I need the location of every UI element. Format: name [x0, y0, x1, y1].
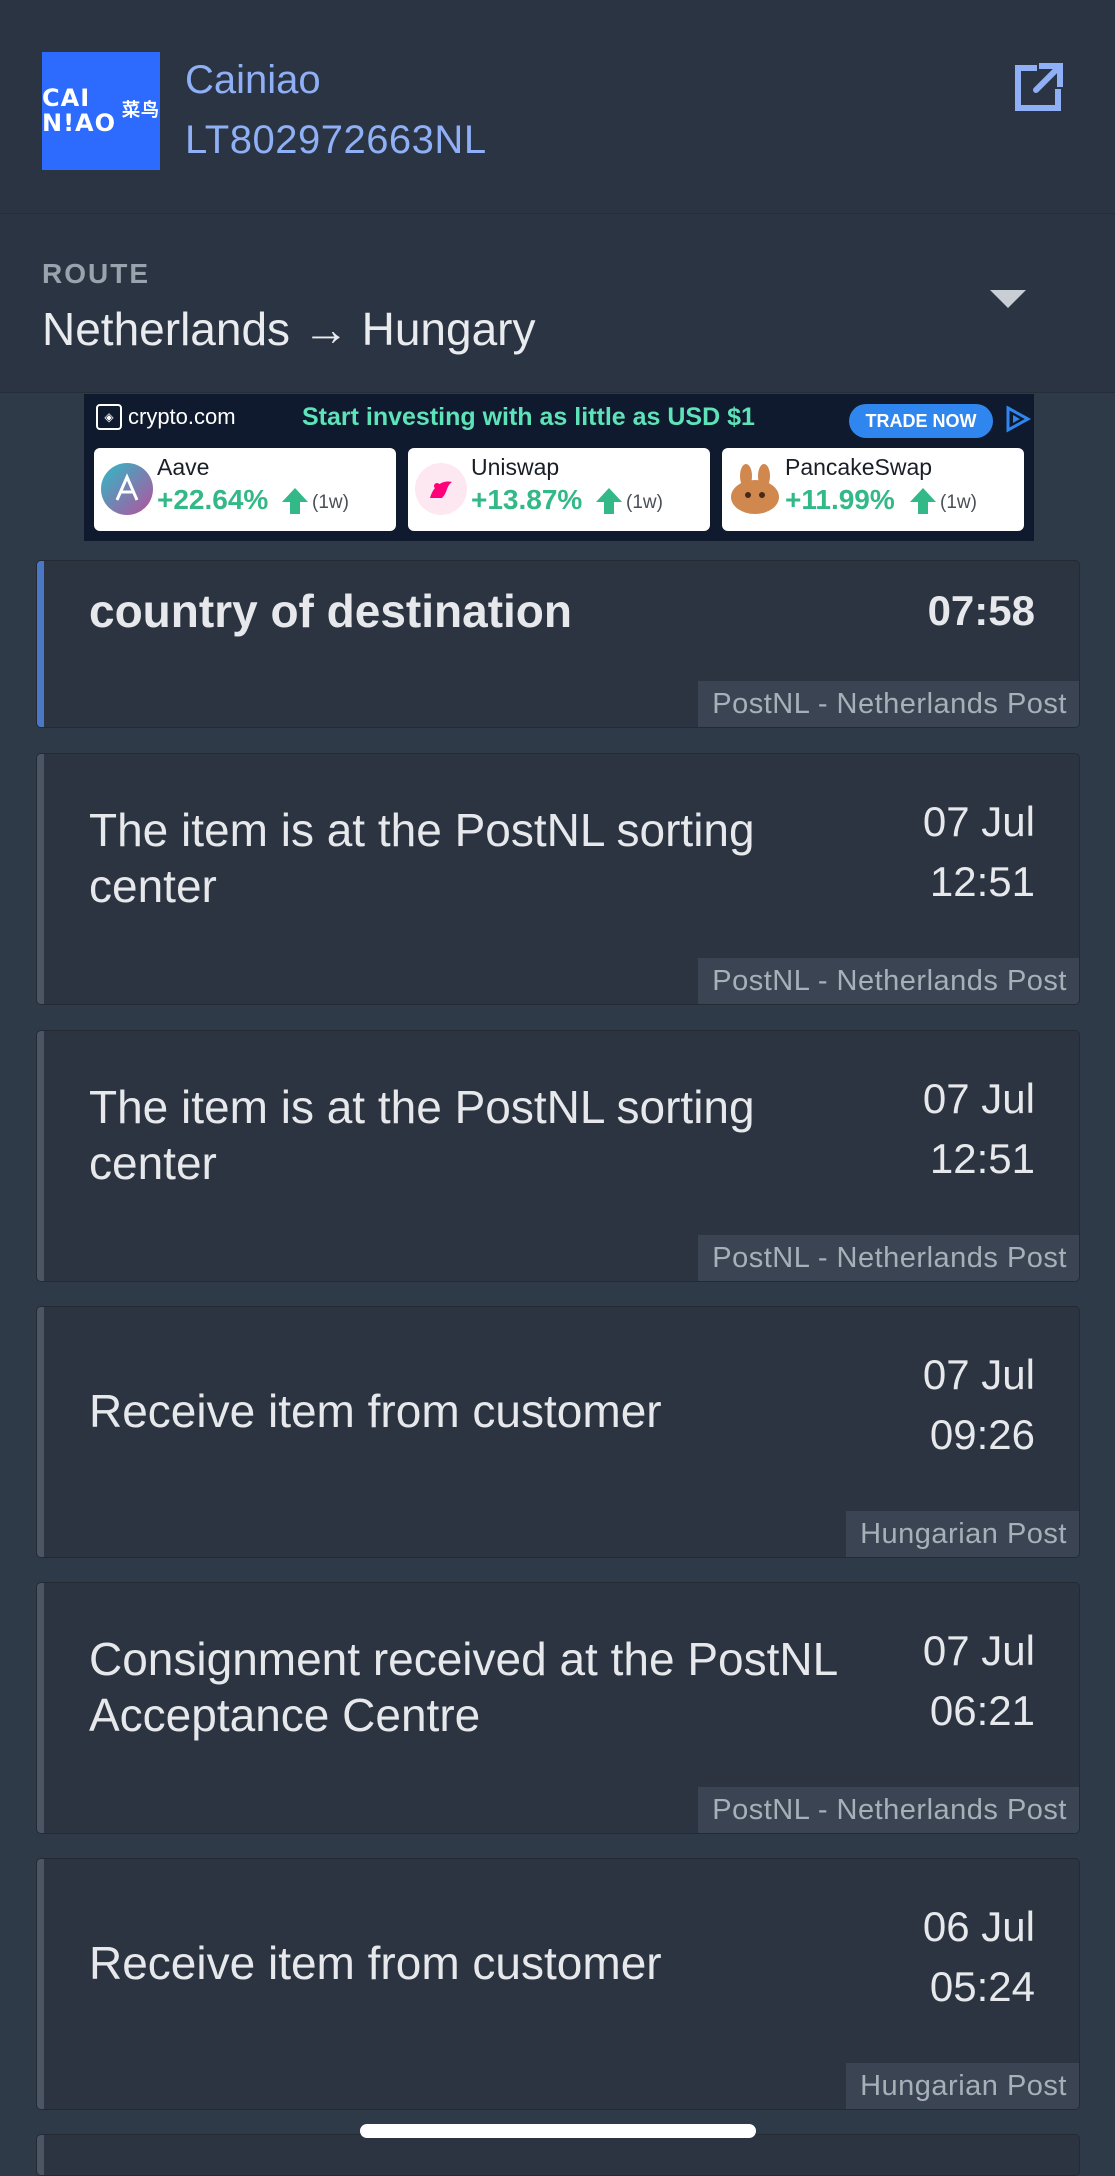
event-date: 07 Jul — [922, 1075, 1035, 1122]
arrow-up-icon — [596, 488, 622, 514]
event-source: PostNL - Netherlands Post — [698, 1235, 1079, 1281]
event-accent-bar — [37, 1307, 44, 1557]
event-date: 07 Jul — [922, 1351, 1035, 1398]
ad-brand-text: crypto.com — [128, 404, 236, 429]
arrow-up-icon — [282, 488, 308, 514]
event-source: Hungarian Post — [846, 1511, 1079, 1557]
event-time: 09:26 — [929, 1411, 1035, 1458]
app-header: CAI N!AO 菜鸟 Cainiao LT802972663NL — [0, 0, 1115, 214]
ad-headline: Start investing with as little as USD $1 — [302, 403, 755, 431]
coin-period: (1w) — [312, 492, 349, 513]
tracking-event[interactable]: Receive item from customer 06 Jul 05:24 … — [36, 1858, 1080, 2110]
tracking-number[interactable]: LT802972663NL — [185, 118, 487, 163]
event-time: 12:51 — [929, 858, 1035, 905]
coin-change: +11.99% — [785, 484, 895, 515]
event-source: PostNL - Netherlands Post — [698, 681, 1079, 727]
ad-brand: ◈ crypto.com — [96, 404, 236, 430]
cainiao-logo: CAI N!AO 菜鸟 — [42, 52, 160, 170]
route-label: ROUTE — [42, 258, 150, 289]
event-accent-bar — [37, 1859, 44, 2109]
coin-period: (1w) — [626, 492, 663, 513]
tracking-event[interactable]: country of destination 07:58 PostNL - Ne… — [36, 560, 1080, 728]
carrier-name[interactable]: Cainiao — [185, 58, 321, 103]
coin-change: +13.87% — [471, 484, 583, 515]
tracking-event[interactable]: The item is at the PostNL sorting center… — [36, 753, 1080, 1005]
coin-name: PancakeSwap — [785, 454, 933, 480]
event-accent-bar — [37, 1583, 44, 1833]
event-description: Consignment received at the PostNL Accep… — [89, 1633, 837, 1741]
event-accent-bar — [37, 561, 44, 727]
coin-card-pancakeswap[interactable]: PancakeSwap +11.99% (1w) — [722, 448, 1024, 531]
logo-cn-text: 菜鸟 — [122, 100, 161, 121]
coin-card-uniswap[interactable]: Uniswap +13.87% (1w) — [408, 448, 710, 531]
event-source: PostNL - Netherlands Post — [698, 1787, 1079, 1833]
coin-period: (1w) — [940, 492, 977, 513]
logo-text-1: CAI — [42, 83, 91, 112]
route-value: Netherlands → Hungary — [42, 303, 536, 355]
event-description: country of destination — [89, 585, 572, 637]
tracking-event[interactable]: Consignment received at the PostNL Accep… — [36, 1582, 1080, 1834]
coin-change: +22.64% — [157, 484, 269, 515]
ad-top-bar: ◈ crypto.com Start investing with as lit… — [84, 394, 1034, 440]
tracking-event[interactable]: Receive item from customer 07 Jul 09:26 … — [36, 1306, 1080, 1558]
coin-name: Uniswap — [471, 454, 560, 480]
event-description: The item is at the PostNL sorting center — [89, 804, 755, 912]
event-source: PostNL - Netherlands Post — [698, 958, 1079, 1004]
home-indicator[interactable] — [360, 2124, 756, 2138]
event-time: 06:21 — [929, 1687, 1035, 1734]
event-time: 05:24 — [929, 1963, 1035, 2010]
event-description: The item is at the PostNL sorting center — [89, 1081, 755, 1189]
event-description: Receive item from customer — [89, 1385, 662, 1437]
ad-banner[interactable]: ◈ crypto.com Start investing with as lit… — [84, 394, 1034, 541]
coin-name: Aave — [157, 454, 210, 480]
event-accent-bar — [37, 754, 44, 1004]
external-link-icon[interactable] — [1008, 58, 1068, 118]
event-description: Receive item from customer — [89, 1937, 662, 1989]
ad-choices-icon[interactable] — [1002, 404, 1032, 434]
coin-card-aave[interactable]: Aave +22.64% (1w) — [94, 448, 396, 531]
event-source: Hungarian Post — [846, 2063, 1079, 2109]
arrow-up-icon — [910, 488, 936, 514]
event-date: 06 Jul — [922, 1903, 1035, 1950]
aave-icon — [101, 463, 153, 515]
chevron-down-icon[interactable] — [990, 290, 1026, 308]
pancakeswap-icon — [731, 464, 779, 514]
event-time: 07:58 — [927, 587, 1035, 634]
event-time: 12:51 — [929, 1135, 1035, 1182]
route-selector[interactable]: ROUTE Netherlands → Hungary — [0, 214, 1115, 393]
event-date: 07 Jul — [922, 1627, 1035, 1674]
crypto-logo-icon: ◈ — [96, 404, 122, 430]
event-date: 07 Jul — [922, 798, 1035, 845]
uniswap-icon — [415, 463, 467, 515]
tracking-event-partial[interactable] — [36, 2134, 1080, 2176]
trade-now-button[interactable]: TRADE NOW — [849, 404, 993, 438]
event-accent-bar — [37, 2135, 44, 2175]
logo-text-2: N!AO — [42, 109, 117, 137]
tracking-event[interactable]: The item is at the PostNL sorting center… — [36, 1030, 1080, 1282]
event-accent-bar — [37, 1031, 44, 1281]
